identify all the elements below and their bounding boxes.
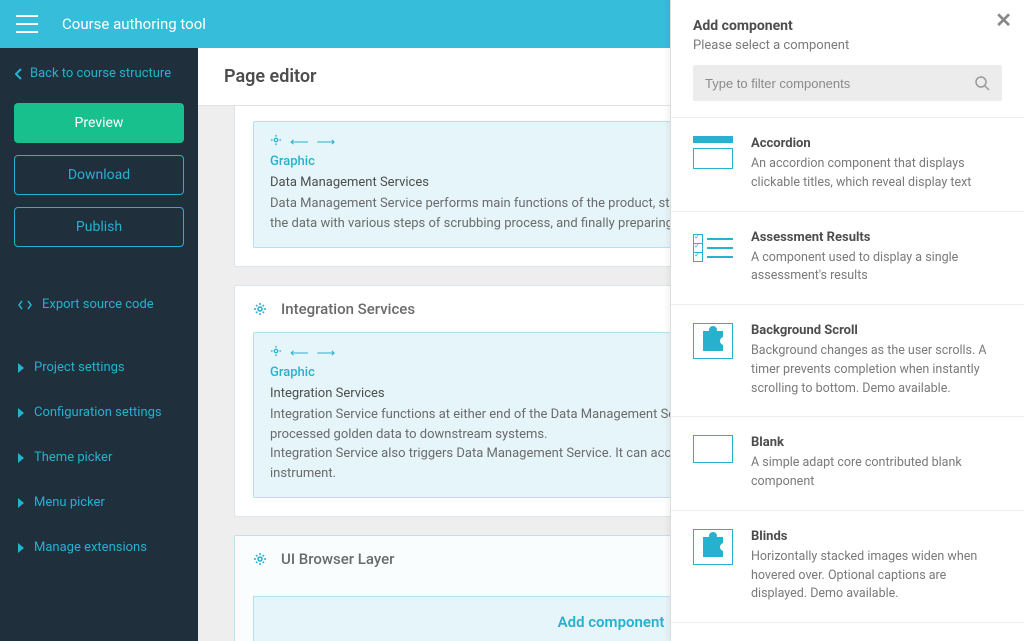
arrow-left-icon[interactable]: ⟵ bbox=[290, 135, 309, 150]
component-desc: Horizontally stacked images widen when h… bbox=[751, 548, 1002, 604]
component-item-blinds[interactable]: Blinds Horizontally stacked images widen… bbox=[671, 511, 1024, 623]
component-desc: An accordion component that displays cli… bbox=[751, 155, 1002, 193]
puzzle-icon bbox=[693, 529, 733, 565]
search-wrap bbox=[693, 65, 1002, 101]
search-icon bbox=[974, 75, 990, 91]
gear-icon[interactable] bbox=[253, 552, 267, 566]
component-item-assessment-results[interactable]: Assessment Results A component used to d… bbox=[671, 212, 1024, 306]
component-item-clickandlearn[interactable]: ClickAndLearn Click and Learn Template d… bbox=[671, 623, 1024, 641]
puzzle-icon bbox=[693, 323, 733, 359]
panel-subtitle: Please select a component bbox=[693, 38, 1002, 53]
preview-button[interactable]: Preview bbox=[14, 103, 184, 143]
accordion-icon bbox=[693, 136, 733, 172]
sidebar-item-configuration-settings[interactable]: Configuration settings bbox=[14, 395, 184, 430]
app-title: Course authoring tool bbox=[62, 15, 206, 33]
component-name: Blank bbox=[751, 435, 1002, 450]
results-icon bbox=[693, 230, 733, 266]
close-icon[interactable]: ✕ bbox=[995, 8, 1012, 32]
caret-right-icon bbox=[18, 408, 24, 418]
gear-icon[interactable] bbox=[270, 345, 282, 361]
component-desc: Background changes as the user scrolls. … bbox=[751, 342, 1002, 398]
sidebar-item-label: Project settings bbox=[34, 360, 125, 375]
component-item-accordion[interactable]: Accordion An accordion component that di… bbox=[671, 118, 1024, 212]
sidebar-item-menu-picker[interactable]: Menu picker bbox=[14, 485, 184, 520]
back-to-course-link[interactable]: Back to course structure bbox=[14, 66, 184, 81]
component-item-background-scroll[interactable]: Background Scroll Background changes as … bbox=[671, 305, 1024, 417]
sidebar-item-manage-extensions[interactable]: Manage extensions bbox=[14, 530, 184, 565]
blank-icon bbox=[693, 435, 733, 463]
sidebar-item-label: Theme picker bbox=[34, 450, 112, 465]
arrow-left-icon[interactable]: ⟵ bbox=[290, 346, 309, 361]
arrow-right-icon[interactable]: ⟶ bbox=[317, 346, 336, 361]
sidebar-item-label: Menu picker bbox=[34, 495, 105, 510]
component-name: Blinds bbox=[751, 529, 1002, 544]
component-name: Background Scroll bbox=[751, 323, 1002, 338]
arrow-right-icon[interactable]: ⟶ bbox=[317, 135, 336, 150]
component-filter-input[interactable] bbox=[705, 76, 974, 91]
panel-title: Add component bbox=[693, 18, 1002, 34]
component-desc: A component used to display a single ass… bbox=[751, 249, 1002, 287]
caret-right-icon bbox=[18, 543, 24, 553]
export-source-code-link[interactable]: Export source code bbox=[14, 287, 184, 322]
block-title: UI Browser Layer bbox=[281, 550, 394, 568]
block-title: Integration Services bbox=[281, 300, 415, 318]
caret-right-icon bbox=[18, 498, 24, 508]
component-list: Accordion An accordion component that di… bbox=[671, 117, 1024, 641]
component-item-blank[interactable]: Blank A simple adapt core contributed bl… bbox=[671, 417, 1024, 511]
code-icon bbox=[18, 299, 32, 311]
caret-right-icon bbox=[18, 453, 24, 463]
gear-icon[interactable] bbox=[253, 302, 267, 316]
download-button[interactable]: Download bbox=[14, 155, 184, 195]
chevron-left-icon bbox=[14, 68, 24, 80]
component-desc: A simple adapt core contributed blank co… bbox=[751, 454, 1002, 492]
sidebar-item-theme-picker[interactable]: Theme picker bbox=[14, 440, 184, 475]
sidebar-item-project-settings[interactable]: Project settings bbox=[14, 350, 184, 385]
component-name: Accordion bbox=[751, 136, 1002, 151]
component-name: Assessment Results bbox=[751, 230, 1002, 245]
sidebar-item-label: Configuration settings bbox=[34, 405, 162, 420]
publish-button[interactable]: Publish bbox=[14, 207, 184, 247]
sidebar-item-label: Manage extensions bbox=[34, 540, 147, 555]
gear-icon[interactable] bbox=[270, 134, 282, 150]
block-title: Data Management Services bbox=[281, 106, 465, 107]
caret-right-icon bbox=[18, 363, 24, 373]
sidebar: Back to course structure Preview Downloa… bbox=[0, 48, 198, 641]
add-component-panel: ✕ Add component Please select a componen… bbox=[670, 0, 1024, 641]
back-label: Back to course structure bbox=[30, 66, 171, 81]
hamburger-menu-icon[interactable] bbox=[16, 15, 38, 33]
export-label: Export source code bbox=[42, 297, 154, 312]
